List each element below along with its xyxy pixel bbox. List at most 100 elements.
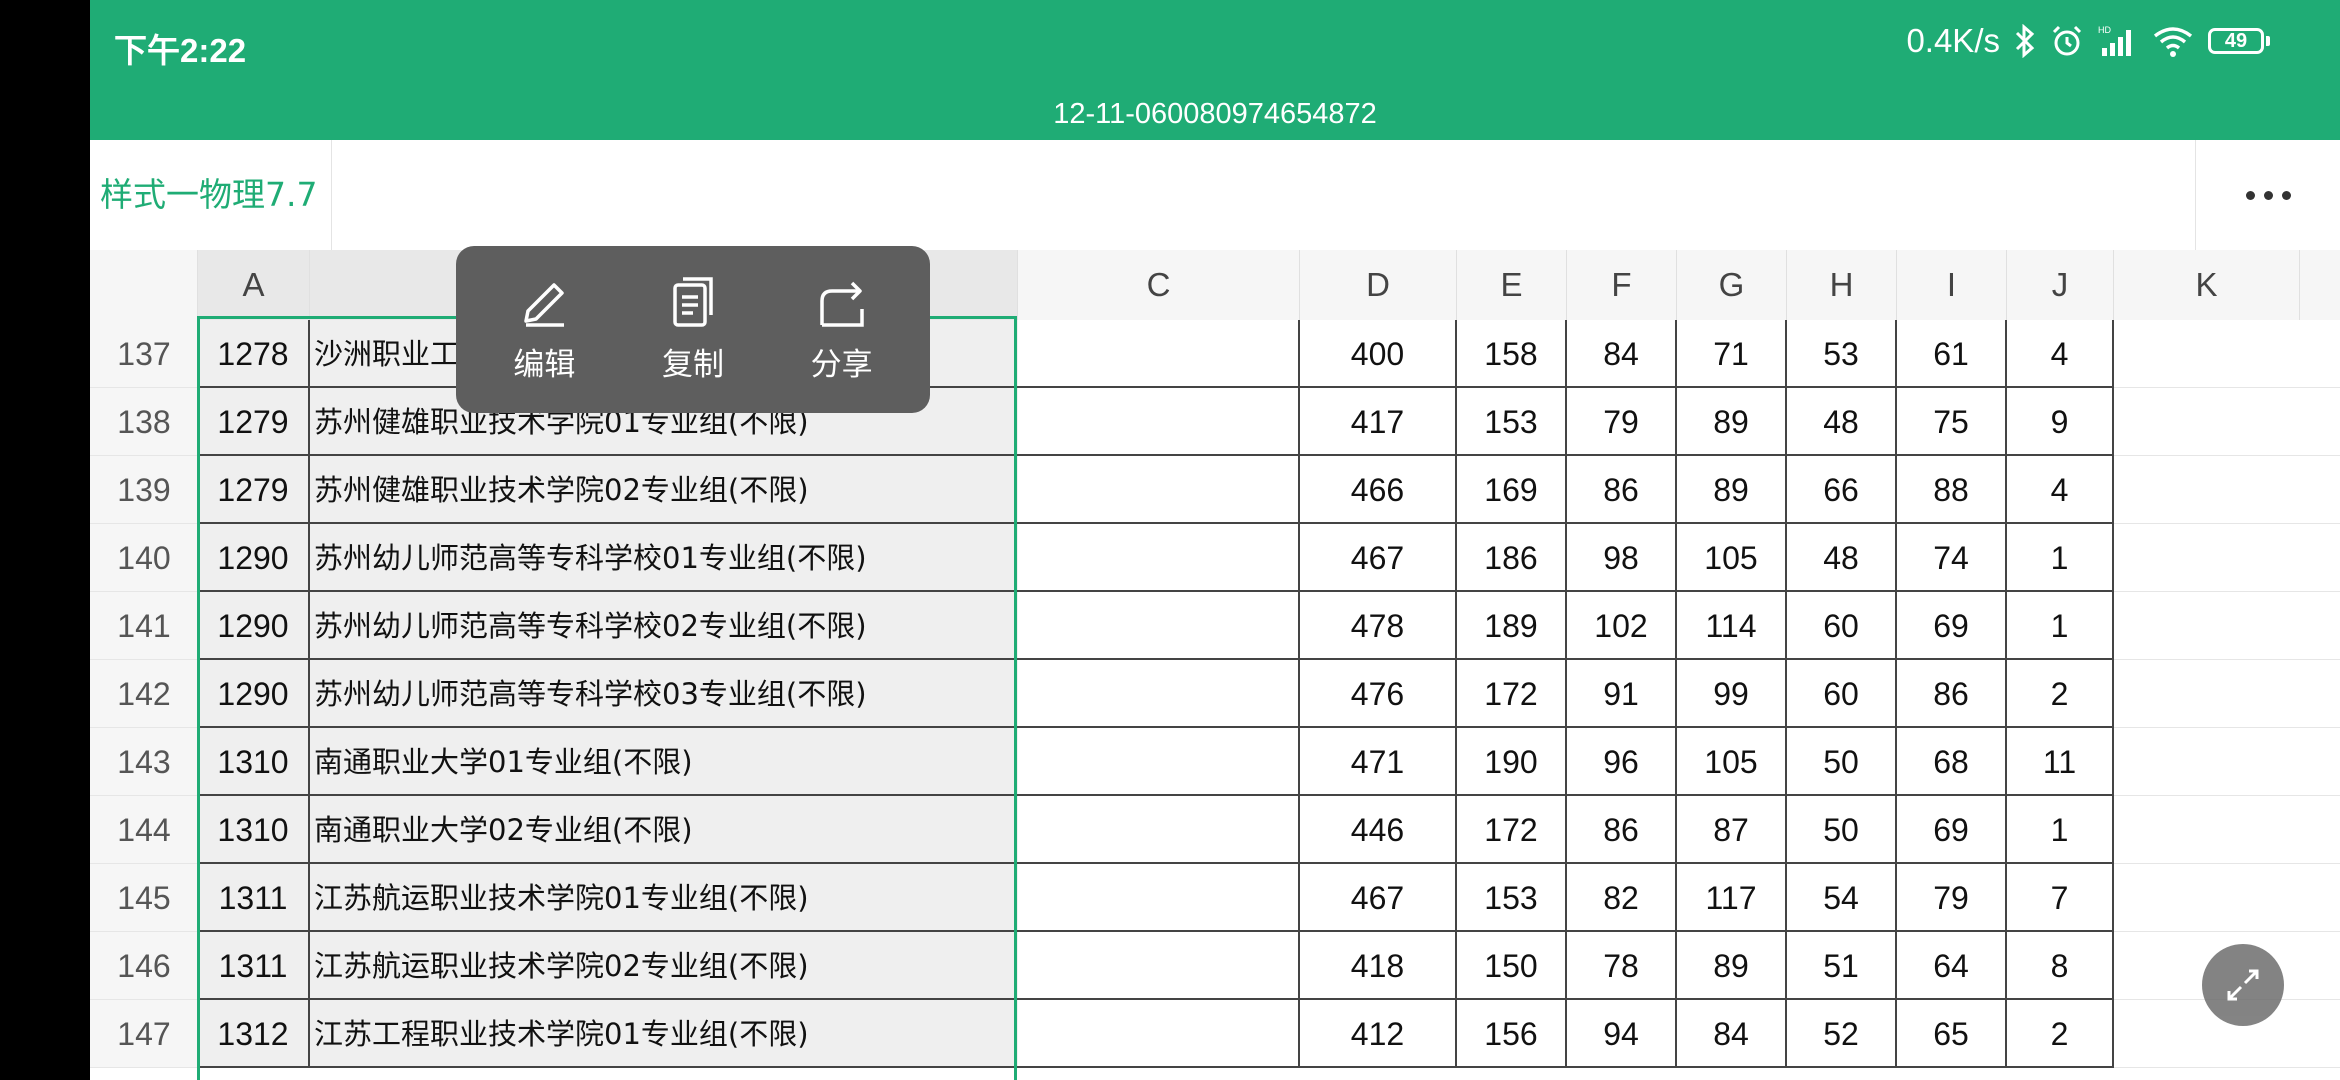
cell-a[interactable]: 1290 — [198, 592, 310, 660]
cell-c[interactable] — [1018, 728, 1300, 796]
cell-e[interactable]: 186 — [1457, 524, 1567, 592]
cell-d[interactable]: 471 — [1300, 728, 1457, 796]
row-number[interactable]: 141 — [90, 592, 198, 660]
sheet-tab[interactable]: 样式一物理7.7 — [90, 140, 332, 250]
cell-e[interactable]: 156 — [1457, 1000, 1567, 1068]
cell-e[interactable]: 153 — [1457, 388, 1567, 456]
cell-d[interactable]: 417 — [1300, 388, 1457, 456]
cell-i[interactable]: 61 — [1897, 320, 2007, 388]
cell-f[interactable]: 98 — [1567, 524, 1677, 592]
cell-b[interactable]: 江苏工程职业技术学院01专业组(不限) — [310, 1000, 1018, 1068]
cell-k[interactable] — [2114, 728, 2340, 796]
cell-j[interactable]: 9 — [2007, 388, 2114, 456]
corner-cell[interactable] — [90, 250, 198, 320]
column-header-c[interactable]: C — [1018, 250, 1300, 320]
cell-e[interactable]: 172 — [1457, 796, 1567, 864]
cell-j[interactable]: 7 — [2007, 864, 2114, 932]
cell-e[interactable]: 190 — [1457, 728, 1567, 796]
edit-button[interactable]: 编辑 — [474, 275, 614, 384]
cell-h[interactable]: 60 — [1787, 660, 1897, 728]
cell-f[interactable]: 91 — [1567, 660, 1677, 728]
cell-c[interactable] — [1018, 456, 1300, 524]
cell-a[interactable]: 1278 — [198, 320, 310, 388]
cell-f[interactable]: 78 — [1567, 932, 1677, 1000]
column-header-g[interactable]: G — [1677, 250, 1787, 320]
column-header-k[interactable]: K — [2114, 250, 2300, 320]
share-button[interactable]: 分享 — [772, 275, 912, 384]
copy-button[interactable]: 复制 — [623, 275, 763, 384]
cell-e[interactable]: 172 — [1457, 660, 1567, 728]
cell-a[interactable]: 1290 — [198, 524, 310, 592]
cell-e[interactable]: 158 — [1457, 320, 1567, 388]
cell-i[interactable]: 86 — [1897, 660, 2007, 728]
cell-d[interactable]: 467 — [1300, 524, 1457, 592]
row-number[interactable]: 137 — [90, 320, 198, 388]
column-header-h[interactable]: H — [1787, 250, 1897, 320]
cell-h[interactable]: 60 — [1787, 592, 1897, 660]
row-number[interactable]: 147 — [90, 1000, 198, 1068]
cell-d[interactable]: 476 — [1300, 660, 1457, 728]
cell-i[interactable]: 68 — [1897, 728, 2007, 796]
cell-f[interactable]: 102 — [1567, 592, 1677, 660]
cell-f[interactable]: 82 — [1567, 864, 1677, 932]
cell-c[interactable] — [1018, 1000, 1300, 1068]
cell-g[interactable]: 114 — [1677, 592, 1787, 660]
cell-k[interactable] — [2114, 660, 2340, 728]
cell-f[interactable]: 86 — [1567, 456, 1677, 524]
column-header-a[interactable]: A — [198, 250, 310, 320]
cell-g[interactable]: 89 — [1677, 456, 1787, 524]
cell-k[interactable] — [2114, 864, 2340, 932]
cell-h[interactable]: 53 — [1787, 320, 1897, 388]
column-header-e[interactable]: E — [1457, 250, 1567, 320]
cell-g[interactable]: 87 — [1677, 796, 1787, 864]
cell-j[interactable]: 1 — [2007, 524, 2114, 592]
cell-k[interactable] — [2114, 388, 2340, 456]
cell-i[interactable]: 75 — [1897, 388, 2007, 456]
cell-g[interactable]: 89 — [1677, 932, 1787, 1000]
cell-e[interactable]: 153 — [1457, 864, 1567, 932]
cell-e[interactable]: 150 — [1457, 932, 1567, 1000]
cell-b[interactable]: 苏州幼儿师范高等专科学校03专业组(不限) — [310, 660, 1018, 728]
cell-k[interactable] — [2114, 796, 2340, 864]
cell-j[interactable]: 11 — [2007, 728, 2114, 796]
cell-h[interactable]: 48 — [1787, 524, 1897, 592]
cell-h[interactable]: 52 — [1787, 1000, 1897, 1068]
cell-f[interactable]: 84 — [1567, 320, 1677, 388]
cell-j[interactable]: 1 — [2007, 796, 2114, 864]
cell-f[interactable]: 96 — [1567, 728, 1677, 796]
cell-j[interactable]: 2 — [2007, 660, 2114, 728]
cell-d[interactable]: 412 — [1300, 1000, 1457, 1068]
cell-g[interactable]: 117 — [1677, 864, 1787, 932]
cell-c[interactable] — [1018, 796, 1300, 864]
cell-a[interactable]: 1279 — [198, 388, 310, 456]
column-header-d[interactable]: D — [1300, 250, 1457, 320]
row-number[interactable]: 144 — [90, 796, 198, 864]
cell-g[interactable]: 99 — [1677, 660, 1787, 728]
cell-a[interactable]: 1279 — [198, 456, 310, 524]
row-number[interactable]: 145 — [90, 864, 198, 932]
cell-a[interactable]: 1310 — [198, 728, 310, 796]
cell-i[interactable]: 74 — [1897, 524, 2007, 592]
cell-f[interactable]: 86 — [1567, 796, 1677, 864]
cell-b[interactable]: 苏州幼儿师范高等专科学校01专业组(不限) — [310, 524, 1018, 592]
cell-b[interactable]: 江苏航运职业技术学院02专业组(不限) — [310, 932, 1018, 1000]
cell-k[interactable] — [2114, 320, 2340, 388]
cell-c[interactable] — [1018, 660, 1300, 728]
cell-c[interactable] — [1018, 388, 1300, 456]
cell-j[interactable]: 4 — [2007, 320, 2114, 388]
cell-i[interactable]: 64 — [1897, 932, 2007, 1000]
row-number[interactable]: 146 — [90, 932, 198, 1000]
cell-k[interactable] — [2114, 456, 2340, 524]
row-number[interactable]: 139 — [90, 456, 198, 524]
cell-a[interactable]: 1290 — [198, 660, 310, 728]
cell-e[interactable]: 169 — [1457, 456, 1567, 524]
cell-i[interactable]: 88 — [1897, 456, 2007, 524]
row-number[interactable]: 143 — [90, 728, 198, 796]
cell-h[interactable]: 48 — [1787, 388, 1897, 456]
cell-a[interactable]: 1311 — [198, 932, 310, 1000]
cell-j[interactable]: 8 — [2007, 932, 2114, 1000]
cell-i[interactable]: 79 — [1897, 864, 2007, 932]
cell-g[interactable]: 89 — [1677, 388, 1787, 456]
floating-action-button[interactable] — [2202, 944, 2284, 1026]
row-number[interactable]: 140 — [90, 524, 198, 592]
